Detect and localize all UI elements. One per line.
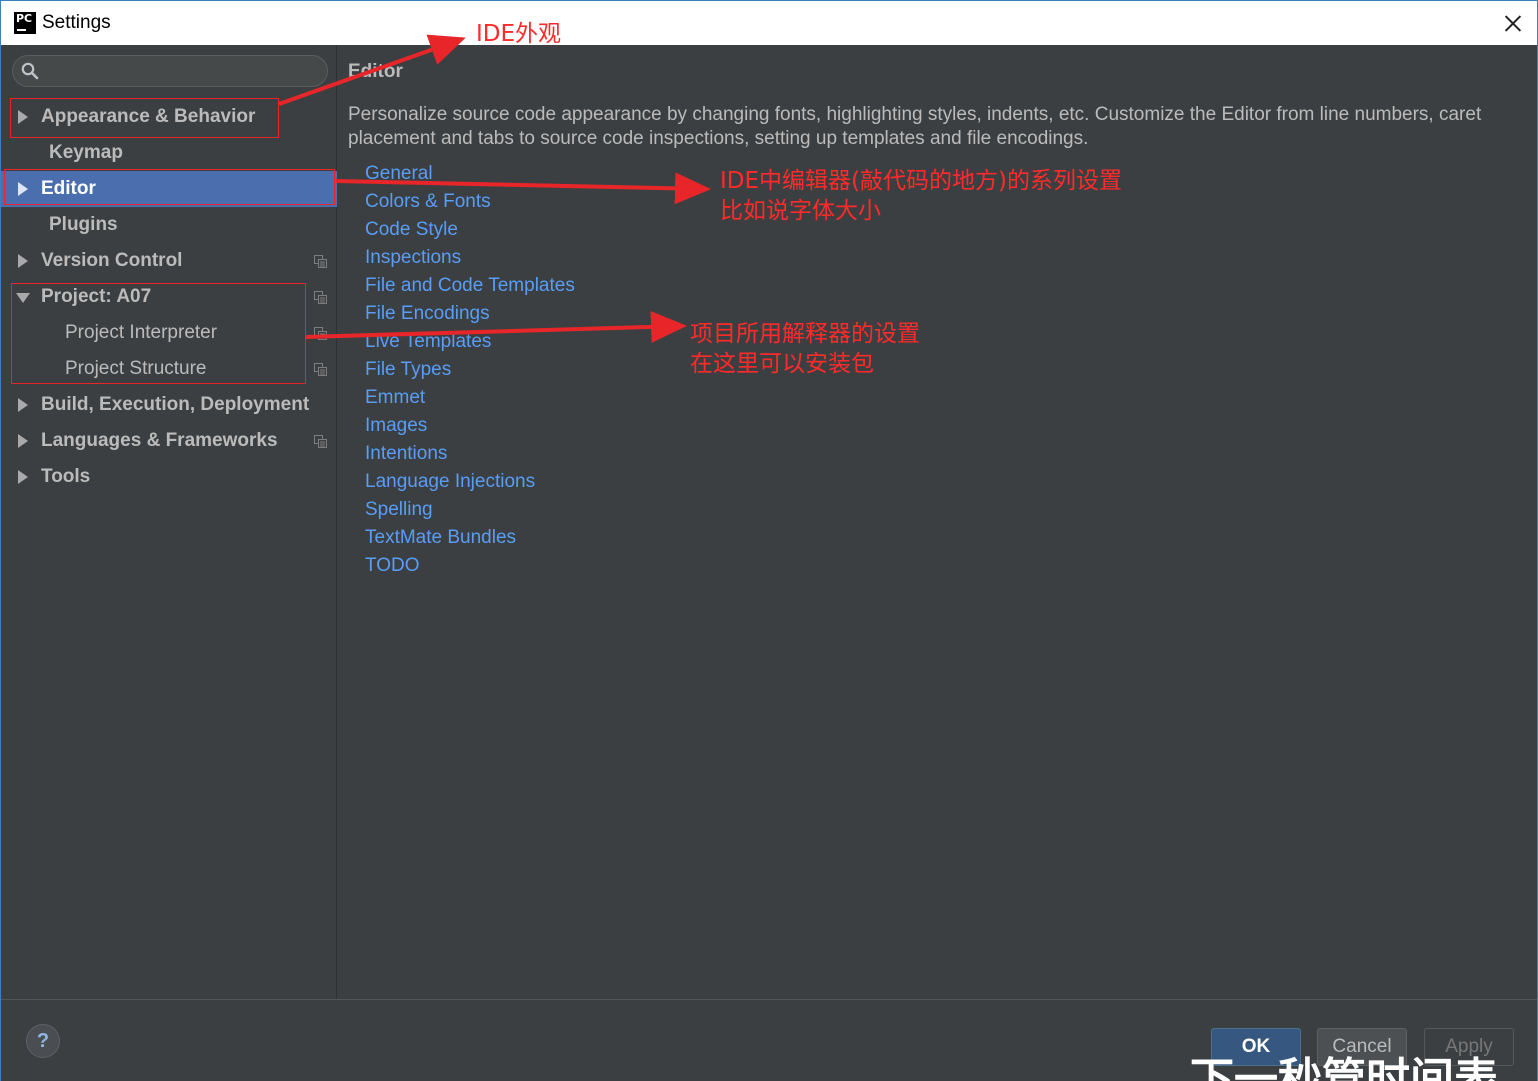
chevron-right-icon[interactable] [18,182,28,196]
sidebar-item-label: Project: A07 [41,286,152,307]
annotation-editor-text-line2: 比如说字体大小 [720,198,881,224]
editor-link-spelling[interactable]: Spelling [365,499,433,521]
sidebar-item-version-control[interactable]: Version Control [1,243,337,279]
project-level-copy-icon [314,363,327,376]
search-icon [21,62,39,80]
sidebar-item-label: Tools [41,466,91,487]
editor-link-images[interactable]: Images [365,415,427,437]
editor-link-intentions[interactable]: Intentions [365,443,447,465]
close-button[interactable] [1497,7,1529,39]
editor-link-file-encodings[interactable]: File Encodings [365,303,490,325]
sidebar-item-label: Project Structure [65,358,207,379]
chevron-right-icon[interactable] [18,254,28,268]
sidebar-item-label: Version Control [41,250,183,271]
editor-link-file-types[interactable]: File Types [365,359,451,381]
annotation-appearance-text: IDE外观 [476,21,562,47]
watermark-text: 下一秒管时间表 [1190,1054,1498,1081]
editor-link-language-injections[interactable]: Language Injections [365,471,535,493]
section-description: Personalize source code appearance by ch… [348,104,1482,149]
project-level-copy-icon [314,255,327,268]
sidebar-item-project-a07[interactable]: Project: A07 [1,279,337,315]
editor-link-colors-fonts[interactable]: Colors & Fonts [365,191,491,213]
sidebar-item-plugins[interactable]: Plugins [1,207,337,243]
sidebar-item-keymap[interactable]: Keymap [1,135,337,171]
pycharm-logo-icon: PC [14,12,36,34]
sidebar-item-appearance-behavior[interactable]: Appearance & Behavior [1,99,337,135]
sidebar-item-label: Keymap [49,142,123,163]
sidebar-item-project-interpreter[interactable]: Project Interpreter [1,315,337,351]
sidebar-item-label: Editor [41,178,96,199]
sidebar-item-label: Project Interpreter [65,322,218,343]
project-level-copy-icon [314,435,327,448]
window-title: Settings [42,12,111,33]
sidebar-item-editor[interactable]: Editor [1,171,337,207]
annotation-interpreter-text-line1: 项目所用解释器的设置 [690,321,920,347]
annotation-interpreter-text-line2: 在这里可以安装包 [690,351,874,377]
sidebar-item-label: Languages & Frameworks [41,430,278,451]
editor-link-general[interactable]: General [365,163,433,185]
title-bar: PC Settings [1,1,1537,45]
chevron-right-icon[interactable] [18,110,28,124]
section-title: Editor [348,61,403,82]
annotation-editor-text-line1: IDE中编辑器(敲代码的地方)的系列设置 [720,168,1122,194]
chevron-right-icon[interactable] [18,398,28,412]
editor-link-code-style[interactable]: Code Style [365,219,458,241]
editor-link-textmate-bundles[interactable]: TextMate Bundles [365,527,516,549]
chevron-right-icon[interactable] [18,470,28,484]
editor-link-todo[interactable]: TODO [365,555,420,577]
help-button[interactable]: ? [26,1024,60,1058]
editor-link-inspections[interactable]: Inspections [365,247,461,269]
project-level-copy-icon [314,291,327,304]
sidebar-item-languages-frameworks[interactable]: Languages & Frameworks [1,423,337,459]
editor-link-file-and-code-templates[interactable]: File and Code Templates [365,275,575,297]
chevron-down-icon[interactable] [16,293,30,303]
settings-sidebar: Appearance & Behavior Keymap Editor Plugins… [1,45,337,999]
sidebar-item-project-structure[interactable]: Project Structure [1,351,337,387]
sidebar-item-label: Build, Execution, Deployment [41,394,310,415]
settings-window: PC Settings Appearance & Behavior Keymap E… [0,0,1538,1081]
chevron-right-icon[interactable] [18,434,28,448]
sidebar-item-tools[interactable]: Tools [1,459,337,495]
sidebar-item-label: Appearance & Behavior [41,106,256,127]
sidebar-item-label: Plugins [49,214,118,235]
search-input[interactable] [12,55,328,87]
editor-link-live-templates[interactable]: Live Templates [365,331,491,353]
sidebar-item-build-execution-deployment[interactable]: Build, Execution, Deployment [1,387,337,423]
editor-link-emmet[interactable]: Emmet [365,387,425,409]
project-level-copy-icon [314,327,327,340]
